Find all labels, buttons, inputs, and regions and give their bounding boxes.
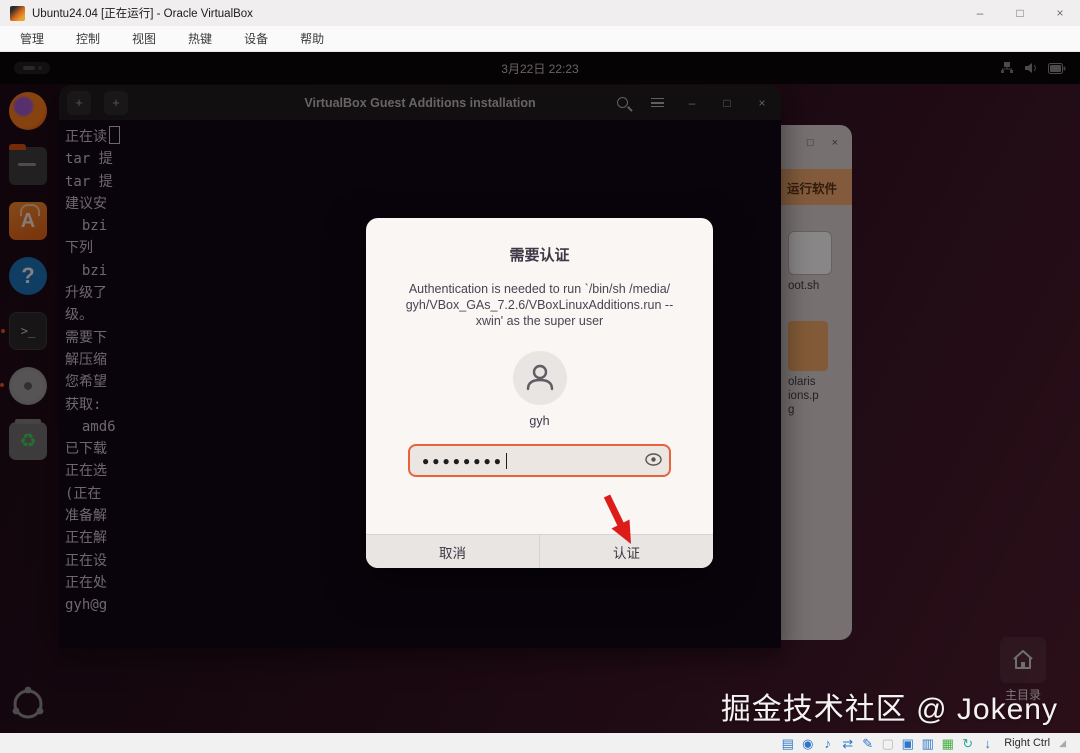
close-button[interactable]: × (1040, 0, 1080, 26)
virtualbox-statusbar: ▤ ◉ ♪ ⇄ ✎ ▢ ▣ ▥ ▦ ↻ ↓ Right Ctrl ◢ (0, 733, 1080, 753)
cancel-button[interactable]: 取消 (366, 535, 540, 568)
menu-item[interactable]: 设备 (228, 26, 284, 52)
menu-item[interactable]: 视图 (116, 26, 172, 52)
username-label: gyh (529, 414, 550, 428)
recording-icon[interactable]: ▥ (920, 737, 935, 750)
text-cursor (505, 452, 508, 469)
usb-icon[interactable]: ✎ (860, 737, 875, 750)
user-icon (526, 364, 553, 391)
show-password-icon[interactable] (645, 453, 662, 466)
shared-folders-icon[interactable]: ▢ (880, 737, 895, 750)
red-arrow-annotation (603, 494, 631, 544)
dialog-message: Authentication is needed to run `/bin/sh… (405, 282, 674, 328)
features-icon[interactable]: ▦ (940, 737, 955, 750)
hard-disks-icon[interactable]: ▤ (780, 737, 795, 750)
maximize-button[interactable]: □ (1000, 0, 1040, 26)
menu-item[interactable]: 热键 (172, 26, 228, 52)
virtualbox-app-icon (10, 5, 25, 21)
avatar (512, 351, 567, 405)
display-icon[interactable]: ▣ (900, 737, 915, 750)
virtualbox-menubar: 管理 控制 视图 热键 设备 帮助 (0, 26, 1080, 52)
dialog-title: 需要认证 (509, 247, 570, 264)
menu-item[interactable]: 帮助 (284, 26, 340, 52)
dialog-actions: 取消 认证 (366, 534, 713, 568)
menu-item[interactable]: 控制 (60, 26, 116, 52)
menu-item[interactable]: 管理 (4, 26, 60, 52)
window-title: Ubuntu24.04 [正在运行] - Oracle VirtualBox (32, 8, 253, 20)
resize-grip[interactable]: ◢ (1059, 738, 1066, 749)
audio-icon[interactable]: ♪ (820, 737, 835, 750)
network-adapter-icon[interactable]: ⇄ (840, 737, 855, 750)
keyboard-icon[interactable]: ↓ (980, 737, 995, 750)
watermark: 掘金技术社区 @ Jokeny (720, 693, 1058, 726)
vm-display: 3月22日 22:23 A ? >_ ♻ □ × 运行软件 oot.sh ola… (0, 52, 1080, 733)
mouse-integration-icon[interactable]: ↻ (960, 737, 975, 750)
password-dots: ●●●●●●●● (422, 453, 504, 468)
password-input[interactable]: ●●●●●●●● (408, 444, 671, 477)
virtualbox-titlebar: Ubuntu24.04 [正在运行] - Oracle VirtualBox –… (0, 0, 1080, 26)
authentication-dialog: 需要认证 Authentication is needed to run `/b… (366, 218, 713, 568)
minimize-button[interactable]: – (960, 0, 1000, 26)
optical-drives-icon[interactable]: ◉ (800, 737, 815, 750)
host-key-label: Right Ctrl (1004, 737, 1051, 749)
